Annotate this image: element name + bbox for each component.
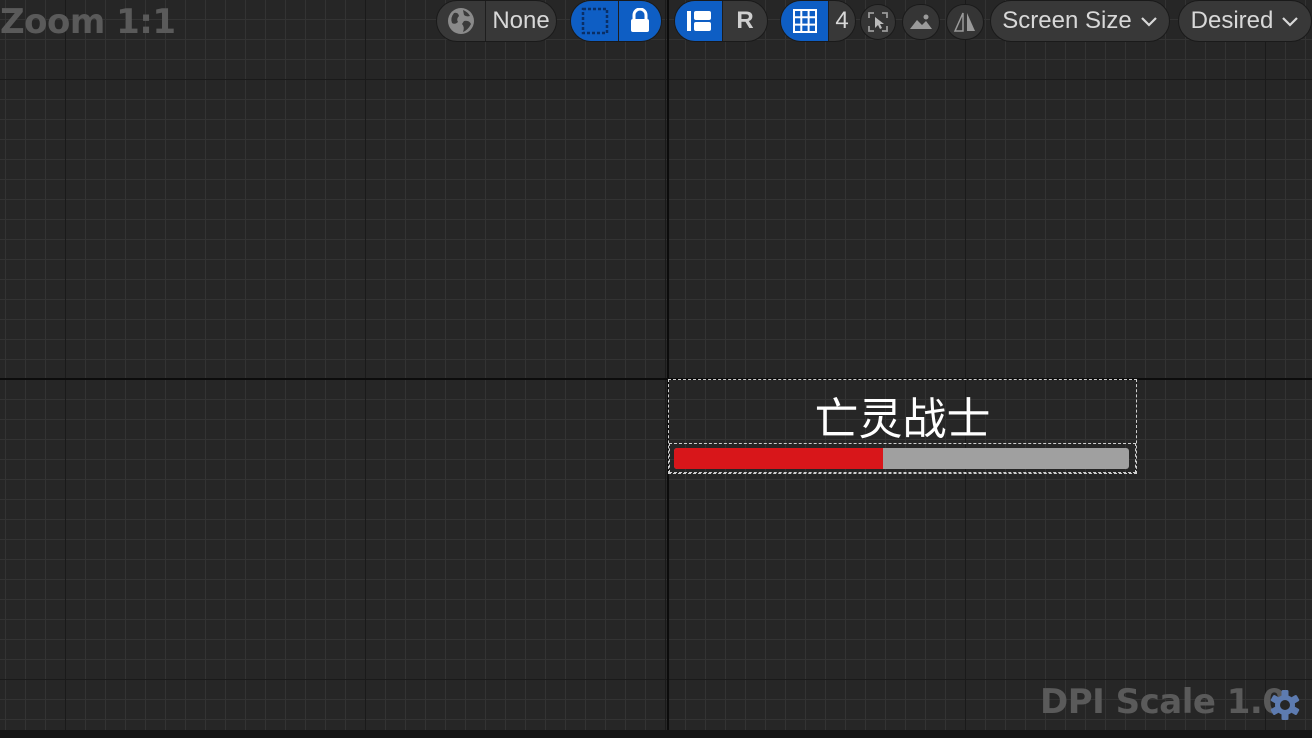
selection-lock-group bbox=[570, 0, 662, 42]
designer-canvas[interactable] bbox=[0, 0, 1312, 738]
background-image-button[interactable] bbox=[902, 4, 940, 40]
lock-icon bbox=[631, 8, 649, 32]
flip-button[interactable] bbox=[946, 4, 984, 40]
world-none-label: None bbox=[492, 7, 550, 34]
cursor-select-icon bbox=[868, 12, 888, 32]
bottom-edge bbox=[0, 730, 1312, 738]
chevron-down-icon bbox=[1140, 17, 1157, 27]
grid-icon bbox=[792, 9, 817, 33]
dpi-scale-label: DPI Scale 1.0 bbox=[1040, 682, 1286, 722]
world-none-button[interactable]: None bbox=[485, 1, 556, 41]
health-progress-fill bbox=[674, 448, 884, 469]
mirror-icon bbox=[953, 12, 975, 32]
fill-mode-label: Desired bbox=[1190, 7, 1274, 34]
enemy-name-text[interactable]: 亡灵战士 bbox=[669, 383, 1136, 447]
vertical-origin-axis bbox=[667, 0, 669, 738]
image-icon bbox=[910, 14, 932, 29]
preview-world-selector[interactable]: None bbox=[436, 0, 557, 42]
screen-size-dropdown[interactable]: Screen Size bbox=[990, 0, 1170, 42]
screen-size-label: Screen Size bbox=[1002, 7, 1132, 34]
chevron-down-icon bbox=[1282, 17, 1299, 27]
grid-snap-button[interactable] bbox=[781, 1, 828, 41]
lock-button[interactable] bbox=[618, 1, 661, 41]
respect-locks-label: R bbox=[736, 7, 754, 34]
marquee-icon bbox=[581, 7, 608, 35]
pick-cursor-button[interactable] bbox=[860, 4, 896, 40]
globe-icon bbox=[437, 1, 485, 41]
respect-locks-button[interactable]: R bbox=[722, 1, 767, 41]
marquee-select-button[interactable] bbox=[571, 1, 618, 41]
layout-respect-group: R bbox=[674, 0, 768, 42]
layout-button[interactable] bbox=[675, 1, 722, 41]
gear-icon[interactable] bbox=[1268, 688, 1302, 722]
layout-icon bbox=[686, 11, 711, 31]
health-progress-bar[interactable] bbox=[674, 448, 1129, 469]
zoom-level-label: Zoom 1:1 bbox=[0, 2, 176, 42]
grid-size-label: 4 bbox=[835, 7, 849, 34]
fill-mode-dropdown[interactable]: Desired bbox=[1178, 0, 1312, 42]
grid-snap-group: 4 bbox=[780, 0, 856, 42]
